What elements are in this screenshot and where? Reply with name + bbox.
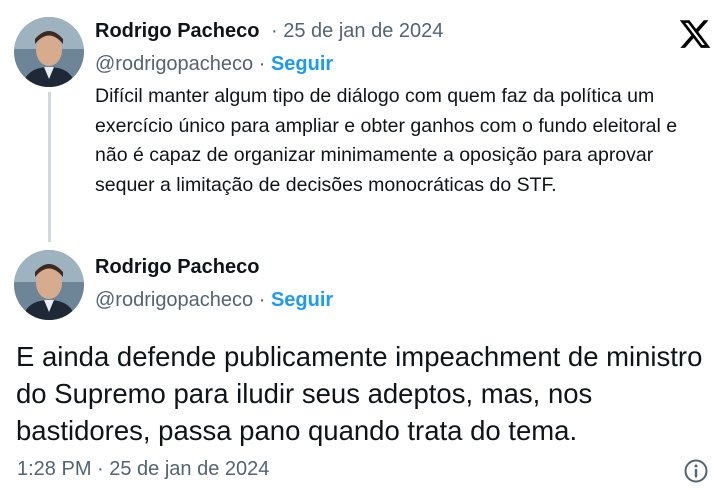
x-logo-icon[interactable] xyxy=(677,17,713,51)
reply-date[interactable]: · 25 de jan de 2024 xyxy=(271,20,443,43)
avatar[interactable] xyxy=(14,17,84,87)
reply-date-separator: · xyxy=(271,20,284,42)
avatar[interactable] xyxy=(14,250,84,320)
reply-handle-row: @rodrigopacheco · Seguir xyxy=(95,53,333,76)
main-handle-separator: · xyxy=(253,289,271,311)
main-handle[interactable]: @rodrigopacheco xyxy=(95,289,253,311)
reply-author-name[interactable]: Rodrigo Pacheco xyxy=(95,20,259,43)
main-tweet-timestamp[interactable]: 1:28 PM · 25 de jan de 2024 xyxy=(17,458,269,481)
main-handle-row: @rodrigopacheco · Seguir xyxy=(95,289,333,312)
reply-handle-separator: · xyxy=(253,53,271,75)
main-follow-button[interactable]: Seguir xyxy=(271,289,333,311)
reply-follow-button[interactable]: Seguir xyxy=(271,53,333,75)
reply-date-text: 25 de jan de 2024 xyxy=(283,20,444,42)
reply-tweet-text: Difícil manter algum tipo de diálogo com… xyxy=(95,85,678,196)
main-tweet-text: E ainda defende publicamente impeachment… xyxy=(16,341,703,446)
reply-handle[interactable]: @rodrigopacheco xyxy=(95,53,253,75)
main-author-name[interactable]: Rodrigo Pacheco xyxy=(95,256,259,279)
thread-connector-line xyxy=(48,92,51,242)
info-icon[interactable] xyxy=(683,458,709,484)
